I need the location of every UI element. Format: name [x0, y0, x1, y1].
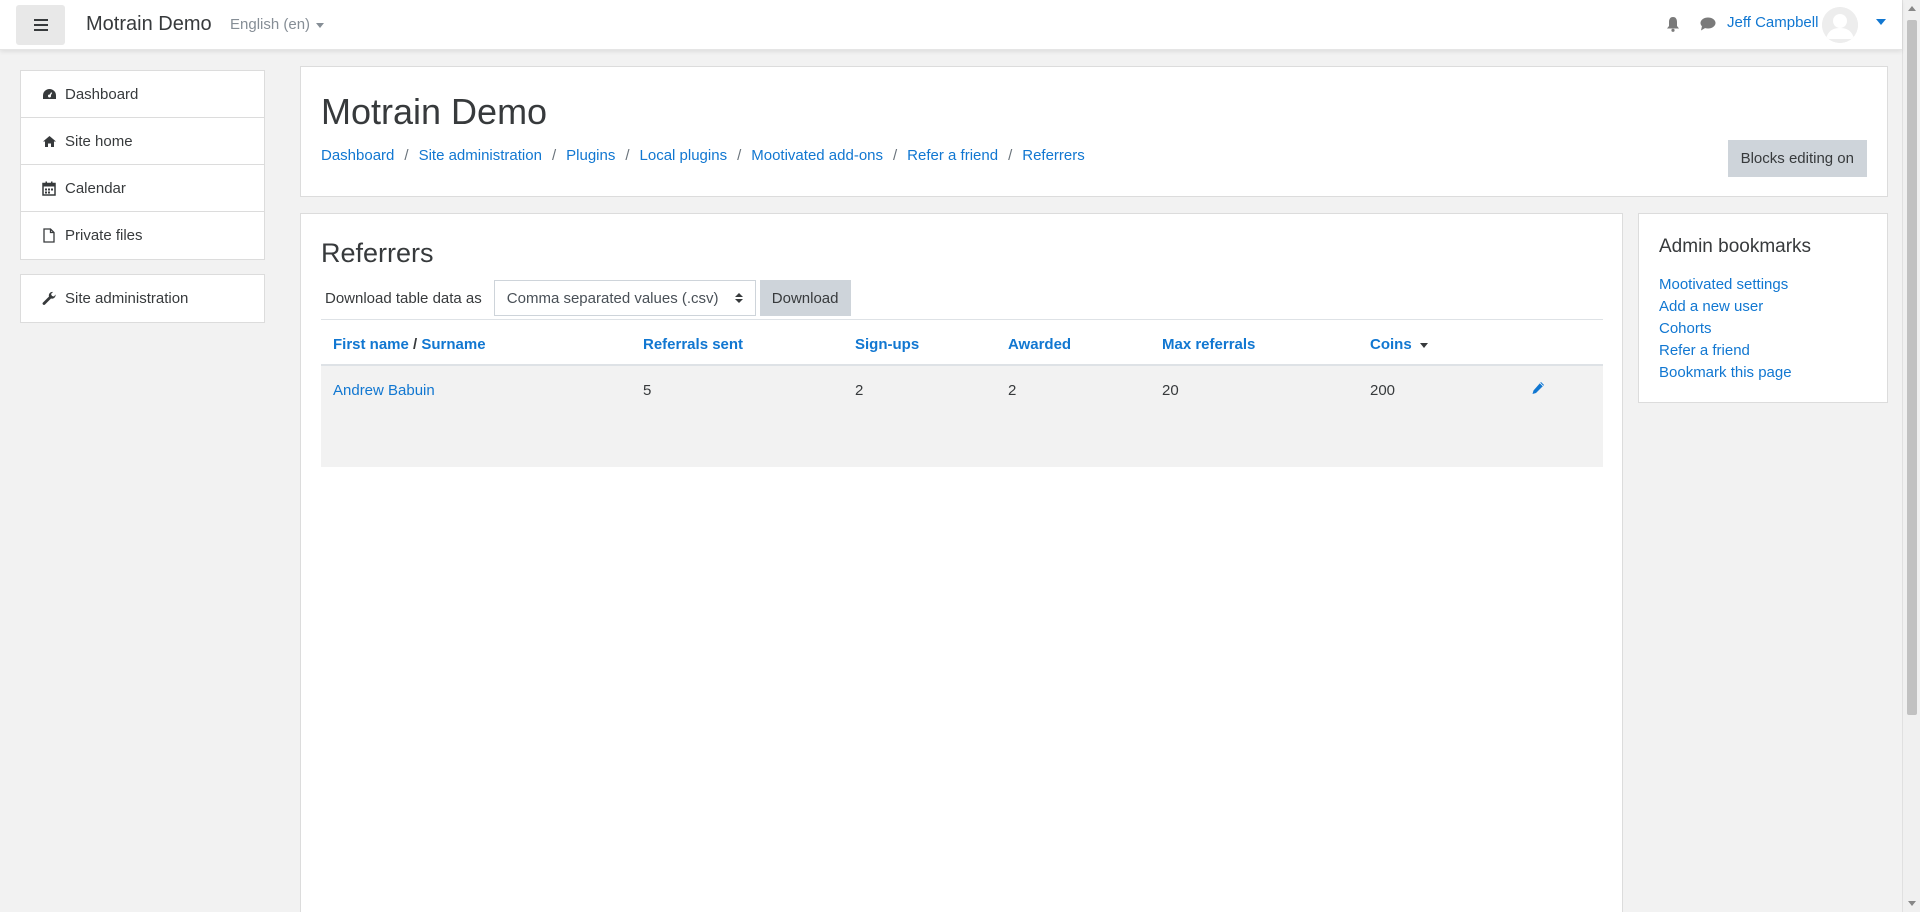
drawer-item-label: Site administration — [65, 290, 189, 307]
drawer-item-site-administration[interactable]: Site administration — [21, 275, 264, 322]
drawer-item-calendar[interactable]: Calendar — [21, 165, 264, 212]
breadcrumb-separator: / — [404, 147, 409, 164]
download-format-select[interactable]: Comma separated values (.csv) — [493, 280, 756, 316]
main-region: Referrers Download table data as Comma s… — [300, 213, 1623, 912]
download-button[interactable]: Download — [759, 280, 851, 316]
calendar-icon — [41, 180, 57, 196]
table-header: First name / Surname Referrals sent Sign… — [321, 319, 1603, 366]
cell-max-referrals: 20 — [1162, 382, 1179, 399]
name-separator: / — [413, 336, 418, 353]
list-item: Cohorts — [1659, 320, 1792, 342]
column-header-signups[interactable]: Sign-ups — [855, 336, 919, 353]
home-icon — [41, 133, 57, 149]
admin-bookmarks-block: Admin bookmarks Mootivated settings Add … — [1638, 213, 1888, 403]
chevron-down-icon[interactable] — [1876, 19, 1886, 25]
bookmark-link[interactable]: Mootivated settings — [1659, 276, 1788, 293]
select-arrows-icon — [734, 293, 743, 303]
blocks-editing-button[interactable]: Blocks editing on — [1727, 140, 1867, 177]
user-menu-name[interactable]: Jeff Campbell — [1727, 14, 1818, 31]
drawer-item-label: Site home — [65, 132, 133, 150]
breadcrumb-item[interactable]: Refer a friend — [907, 147, 998, 164]
drawer-toggle-button[interactable] — [16, 5, 65, 45]
drawer-admin-list: Site administration — [20, 274, 265, 323]
download-format-value: Comma separated values (.csv) — [506, 289, 719, 307]
column-header-referrals-sent[interactable]: Referrals sent — [643, 336, 743, 353]
scroll-up-icon[interactable] — [1908, 6, 1916, 11]
breadcrumb-item[interactable]: Site administration — [419, 147, 542, 164]
bookmark-link[interactable]: Bookmark this page — [1659, 364, 1792, 381]
drawer-item-private-files[interactable]: Private files — [21, 212, 264, 259]
top-navbar: Motrain Demo English (en) Jeff Campbell — [0, 0, 1902, 50]
drawer-item-label: Private files — [65, 227, 143, 244]
wrench-icon — [41, 291, 57, 307]
nav-drawer: Dashboard Site home Calendar Private fil… — [0, 51, 285, 912]
drawer-item-site-home[interactable]: Site home — [21, 118, 264, 165]
breadcrumb-separator: / — [893, 147, 898, 164]
breadcrumb-separator: / — [1008, 147, 1013, 164]
breadcrumb-item[interactable]: Referrers — [1022, 147, 1085, 164]
list-item: Add a new user — [1659, 298, 1792, 320]
column-header-name: First name / Surname — [333, 336, 486, 353]
cell-coins: 200 — [1370, 382, 1396, 399]
cell-name[interactable]: Andrew Babuin — [333, 382, 435, 399]
site-brand[interactable]: Motrain Demo — [86, 13, 212, 36]
cell-referrals-sent: 5 — [643, 382, 652, 399]
column-header-max-referrals[interactable]: Max referrals — [1162, 336, 1255, 353]
bookmark-link[interactable]: Add a new user — [1659, 298, 1763, 315]
drawer-item-label: Dashboard — [65, 85, 139, 103]
hamburger-icon — [33, 19, 48, 31]
message-icon[interactable] — [1700, 17, 1716, 35]
download-form: Download table data as Comma separated v… — [325, 280, 851, 316]
page-scrollbar[interactable] — [1902, 0, 1920, 912]
drawer-item-label: Calendar — [65, 179, 126, 197]
page-header: Motrain Demo Dashboard / Site administrat… — [300, 66, 1888, 197]
scroll-down-icon[interactable] — [1908, 901, 1916, 906]
breadcrumb-item[interactable]: Local plugins — [640, 147, 728, 164]
sort-surname-link[interactable]: Surname — [421, 336, 485, 353]
cell-signups: 2 — [855, 382, 864, 399]
page-title: Motrain Demo — [321, 91, 548, 132]
dashboard-icon — [41, 86, 57, 102]
referrers-table: First name / Surname Referrals sent Sign… — [321, 319, 1603, 467]
breadcrumb-item[interactable]: Plugins — [566, 147, 615, 164]
bookmark-link[interactable]: Refer a friend — [1659, 342, 1750, 359]
list-item: Mootivated settings — [1659, 276, 1792, 298]
edit-pencil-icon[interactable] — [1531, 381, 1545, 399]
language-label: English (en) — [230, 16, 311, 33]
cell-awarded: 2 — [1008, 382, 1017, 399]
breadcrumb-separator: / — [551, 147, 557, 164]
bell-icon[interactable] — [1666, 16, 1680, 36]
sort-coins-link[interactable]: Coins — [1370, 336, 1412, 353]
sort-desc-icon — [1419, 342, 1428, 348]
section-heading: Referrers — [321, 238, 434, 268]
breadcrumb: Dashboard / Site administration / Plugins /… — [321, 147, 1085, 164]
download-label: Download table data as — [325, 289, 482, 307]
column-header-coins[interactable]: Coins — [1370, 336, 1428, 353]
avatar[interactable] — [1822, 7, 1858, 43]
breadcrumb-item[interactable]: Dashboard — [321, 147, 394, 164]
list-item: Bookmark this page — [1659, 364, 1792, 386]
block-title: Admin bookmarks — [1659, 236, 1812, 257]
list-item: Refer a friend — [1659, 342, 1792, 364]
file-icon — [41, 228, 57, 244]
breadcrumb-separator: / — [737, 147, 742, 164]
scrollbar-thumb[interactable] — [1907, 20, 1917, 715]
drawer-nav-list: Dashboard Site home Calendar Private fil… — [20, 70, 265, 260]
table-row: Andrew Babuin 5 2 2 20 200 — [321, 366, 1603, 467]
drawer-item-dashboard[interactable]: Dashboard — [21, 71, 264, 118]
bookmark-link[interactable]: Cohorts — [1659, 320, 1712, 337]
bookmark-list: Mootivated settings Add a new user Cohor… — [1659, 276, 1792, 386]
column-header-awarded[interactable]: Awarded — [1008, 336, 1071, 353]
chevron-down-icon — [316, 22, 325, 28]
breadcrumb-separator: / — [625, 147, 630, 164]
breadcrumb-item[interactable]: Mootivated add-ons — [751, 147, 883, 164]
language-menu[interactable]: English (en) — [230, 16, 325, 33]
sort-first-name-link[interactable]: First name — [333, 336, 409, 353]
